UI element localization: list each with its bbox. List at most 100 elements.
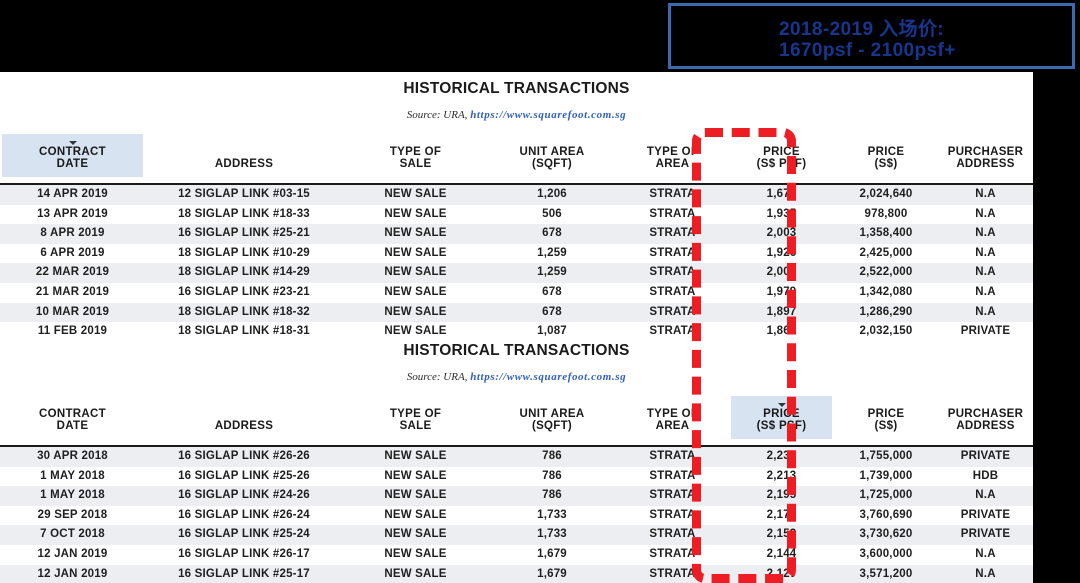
table-cell: 786 xyxy=(488,447,616,467)
table-cell: 22 MAR 2019 xyxy=(0,263,145,283)
table-row: 12 JAN 2019 16 SIGLAP LINK #26-17 NEW SALE… xyxy=(0,544,1033,565)
table-cell: STRATA xyxy=(616,486,729,506)
column-header-purchaser-address[interactable]: PURCHASER ADDRESS xyxy=(938,130,1033,184)
table-cell: 1,733 xyxy=(488,525,616,545)
table-cell: 16 SIGLAP LINK #25-21 xyxy=(145,224,343,244)
column-header-contract-date[interactable]: CONTRACT DATE xyxy=(0,130,145,184)
table-row: 8 APR 2019 16 SIGLAP LINK #25-21 NEW SALE 6… xyxy=(0,224,1033,244)
slide-canvas: HISTORICAL TRANSACTIONS Source: URA, htt… xyxy=(0,0,1080,583)
table-row: 13 APR 2019 18 SIGLAP LINK #18-33 NEW SALE… xyxy=(0,204,1033,225)
table-cell: STRATA xyxy=(616,447,729,467)
column-header-type-of-area[interactable]: TYPE OF AREA xyxy=(616,392,729,446)
header-line-1: PRICE xyxy=(763,146,800,158)
table-row: 1 MAY 2018 16 SIGLAP LINK #24-26 NEW SALE 7… xyxy=(0,486,1033,506)
table-row: 30 APR 2018 16 SIGLAP LINK #26-26 NEW SALE… xyxy=(0,447,1033,467)
table-cell: 8 APR 2019 xyxy=(0,224,145,244)
table-cell: STRATA xyxy=(616,525,729,545)
table-cell: STRATA xyxy=(616,263,729,283)
table-cell: N.A xyxy=(938,204,1033,225)
table-cell: 2,195 xyxy=(729,486,834,506)
table-cell: 18 SIGLAP LINK #18-32 xyxy=(145,302,343,323)
table-cell: 2,024,640 xyxy=(834,185,938,205)
table-cell: 1,679 xyxy=(488,564,616,583)
header-line-1: TYPE OF xyxy=(389,146,442,158)
historical-transactions-table-1: HISTORICAL TRANSACTIONS Source: URA, htt… xyxy=(0,72,1033,342)
table-cell: 1,935 xyxy=(729,204,834,225)
table-cell: 1,926 xyxy=(729,243,834,264)
table-cell: 7 OCT 2018 xyxy=(0,525,145,545)
table-row: 10 MAR 2019 18 SIGLAP LINK #18-32 NEW SALE… xyxy=(0,302,1033,323)
table-cell: 2,127 xyxy=(729,564,834,583)
transactions-table: CONTRACT DATE ADDRESS TYPE OF SALE UNIT … xyxy=(0,130,1033,342)
table-cell: 12 JAN 2019 xyxy=(0,564,145,583)
column-header-unit-area[interactable]: UNIT AREA (SQFT) xyxy=(488,392,616,446)
source-prefix: Source: URA, xyxy=(406,109,468,121)
table-cell: PRIVATE xyxy=(938,447,1033,467)
header-line-1: ADDRESS xyxy=(214,420,274,432)
table-cell: 1,358,400 xyxy=(834,224,938,244)
table-cell: NEW SALE xyxy=(343,466,488,487)
table-cell: 1,897 xyxy=(729,302,834,323)
table-cell: 1,259 xyxy=(488,243,616,264)
header-line-2: (S$ PSF) xyxy=(756,420,807,432)
table-cell: 678 xyxy=(488,282,616,303)
table-cell: 1,979 xyxy=(729,282,834,303)
table-cell: NEW SALE xyxy=(343,185,488,205)
header-line-2: ADDRESS xyxy=(956,158,1015,170)
callout-line-1: 2018-2019 入场价: xyxy=(779,19,945,40)
header-line-1: PURCHASER xyxy=(947,146,1024,158)
column-header-price-psf[interactable]: PRICE (S$ PSF) xyxy=(729,392,834,446)
header-line-2: SALE xyxy=(399,158,432,170)
source-url-link[interactable]: https://www.squarefoot.com.sg xyxy=(470,371,626,383)
table-cell: NEW SALE xyxy=(343,224,488,244)
table-cell: 18 SIGLAP LINK #14-29 xyxy=(145,263,343,283)
header-line-1: ADDRESS xyxy=(214,158,274,170)
column-header-contract-date[interactable]: CONTRACT DATE xyxy=(0,392,145,446)
column-header-price[interactable]: PRICE (S$) xyxy=(834,392,938,446)
transactions-table: CONTRACT DATE ADDRESS TYPE OF SALE UNIT … xyxy=(0,392,1033,583)
header-line-2: (S$ PSF) xyxy=(756,158,807,170)
column-header-price[interactable]: PRICE (S$) xyxy=(834,130,938,184)
table-cell: STRATA xyxy=(616,282,729,303)
header-line-2: (SQFT) xyxy=(531,158,573,170)
header-line-2: (S$) xyxy=(874,158,898,170)
column-header-address[interactable]: ADDRESS xyxy=(145,392,343,446)
header-line-1: PURCHASER xyxy=(947,408,1024,420)
column-header-address[interactable]: ADDRESS xyxy=(145,130,343,184)
table-cell: NEW SALE xyxy=(343,505,488,526)
table-cell: NEW SALE xyxy=(343,525,488,545)
table-cell: STRATA xyxy=(616,224,729,244)
table-cell: N.A xyxy=(938,544,1033,565)
column-header-type-of-sale[interactable]: TYPE OF SALE xyxy=(343,130,488,184)
header-line-1: TYPE OF xyxy=(646,146,699,158)
table-cell: 30 APR 2018 xyxy=(0,447,145,467)
table-cell: 10 MAR 2019 xyxy=(0,302,145,323)
table-cell: 2,213 xyxy=(729,466,834,487)
table-source-line: Source: URA, https://www.squarefoot.com.… xyxy=(0,98,1033,121)
column-header-unit-area[interactable]: UNIT AREA (SQFT) xyxy=(488,130,616,184)
table-cell: STRATA xyxy=(616,544,729,565)
column-header-price-psf[interactable]: PRICE (S$ PSF) xyxy=(729,130,834,184)
table-cell: 1,206 xyxy=(488,185,616,205)
table-cell: N.A xyxy=(938,263,1033,283)
table-cell: 1 MAY 2018 xyxy=(0,486,145,506)
column-header-purchaser-address[interactable]: PURCHASER ADDRESS xyxy=(938,392,1033,446)
table-cell: 16 SIGLAP LINK #26-24 xyxy=(145,505,343,526)
header-line-2: SALE xyxy=(399,420,432,432)
header-line-1: CONTRACT xyxy=(39,146,106,158)
table-cell: N.A xyxy=(938,185,1033,205)
header-line-1: PRICE xyxy=(867,146,905,158)
header-line-1: UNIT AREA xyxy=(519,146,585,158)
column-header-type-of-sale[interactable]: TYPE OF SALE xyxy=(343,392,488,446)
table-cell: 1,679 xyxy=(729,185,834,205)
header-line-2: (SQFT) xyxy=(531,420,573,432)
table-cell: 2,003 xyxy=(729,263,834,283)
column-header-type-of-area[interactable]: TYPE OF AREA xyxy=(616,130,729,184)
source-url-link[interactable]: https://www.squarefoot.com.sg xyxy=(470,109,626,121)
table-body: 14 APR 2019 12 SIGLAP LINK #03-15 NEW SALE… xyxy=(0,185,1033,342)
table-cell: PRIVATE xyxy=(938,505,1033,526)
table-cell: 18 SIGLAP LINK #10-29 xyxy=(145,243,343,264)
table-cell: 3,730,620 xyxy=(834,525,938,545)
table-cell: 16 SIGLAP LINK #24-26 xyxy=(145,486,343,506)
table-cell: STRATA xyxy=(616,204,729,225)
